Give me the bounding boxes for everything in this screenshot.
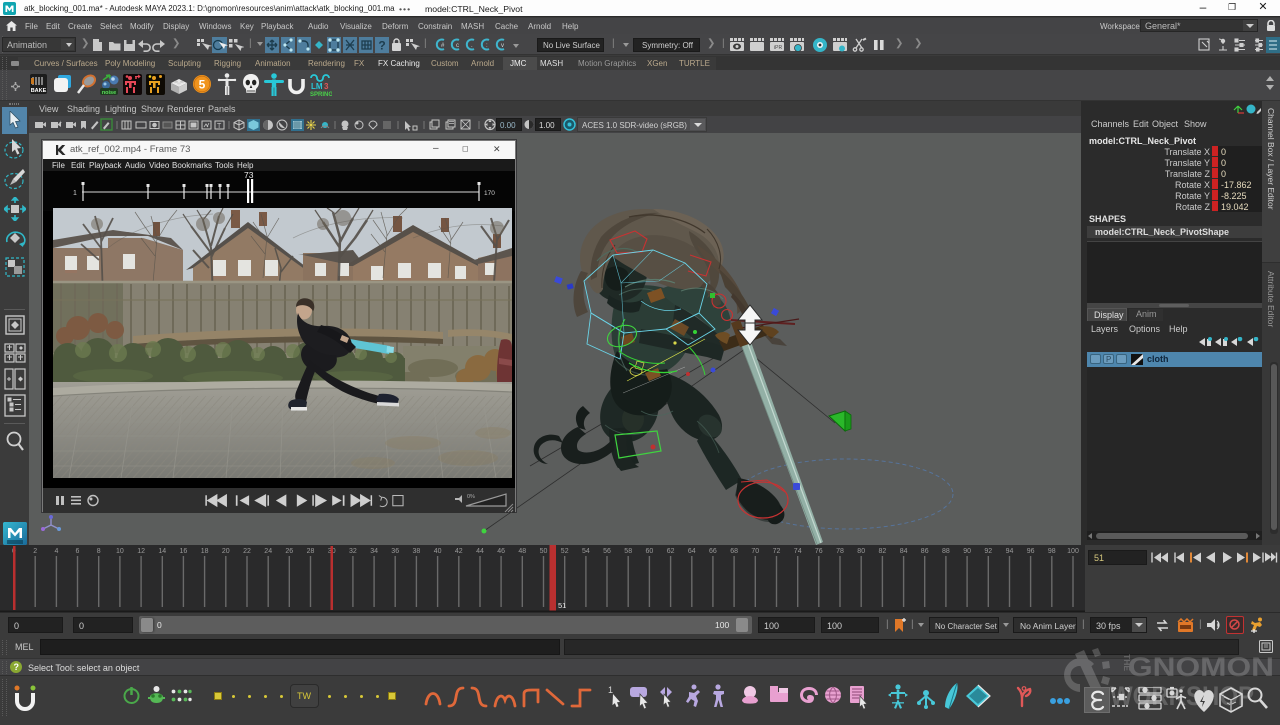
svg-text:100: 100 [1067,548,1079,555]
svg-text:12: 12 [137,548,145,555]
svg-text:c: c [456,43,459,49]
svg-text:46: 46 [497,548,505,555]
svg-text:6: 6 [76,548,80,555]
svg-text:84: 84 [900,548,908,555]
svg-text:.: . [471,43,473,49]
svg-text:60: 60 [646,548,654,555]
svg-text:3: 3 [324,82,329,91]
svg-text:70: 70 [751,548,759,555]
svg-text:24: 24 [264,548,272,555]
svg-text:42: 42 [455,548,463,555]
svg-text:51: 51 [558,601,566,610]
svg-text:16: 16 [180,548,188,555]
svg-text:92: 92 [984,548,992,555]
svg-text:SPRING: SPRING [310,92,332,97]
svg-text:50: 50 [540,548,548,555]
svg-text:20: 20 [222,548,230,555]
svg-text:68: 68 [730,548,738,555]
svg-text:56: 56 [603,548,611,555]
svg-text:1: 1 [608,685,613,695]
svg-text:34: 34 [370,548,378,555]
svg-text:58: 58 [624,548,632,555]
svg-text:T: T [217,123,222,130]
svg-text:5: 5 [199,78,206,92]
svg-text:BAKE: BAKE [31,88,47,94]
svg-text:40: 40 [434,548,442,555]
svg-text:36: 36 [391,548,399,555]
svg-text:#: # [441,43,445,49]
svg-text:10: 10 [116,548,124,555]
svg-text:48: 48 [518,548,526,555]
svg-text:18: 18 [201,548,209,555]
svg-text:+: + [59,120,62,126]
svg-text:66: 66 [709,548,717,555]
svg-text:14: 14 [158,548,166,555]
svg-text:1: 1 [73,190,77,197]
svg-text:LM: LM [311,82,323,91]
svg-text:v: v [501,43,504,49]
svg-text:4: 4 [54,548,58,555]
svg-text:96: 96 [1027,548,1035,555]
svg-text:170: 170 [484,190,495,197]
svg-text:86: 86 [921,548,929,555]
svg-text:80: 80 [857,548,865,555]
svg-text:98: 98 [1048,548,1056,555]
svg-text:88: 88 [942,548,950,555]
svg-text:76: 76 [815,548,823,555]
svg-text:78: 78 [836,548,844,555]
svg-text:8: 8 [97,548,101,555]
svg-text:38: 38 [413,548,421,555]
svg-text:iPR: iPR [774,45,782,51]
svg-text:22: 22 [243,548,251,555]
svg-text:74: 74 [794,548,802,555]
svg-text:64: 64 [688,548,696,555]
svg-text:32: 32 [349,548,357,555]
svg-text:94: 94 [1006,548,1014,555]
svg-text:82: 82 [879,548,887,555]
svg-text:?: ? [378,39,385,53]
svg-text::: : [486,43,488,49]
svg-text:2: 2 [33,548,37,555]
svg-text:44: 44 [476,548,484,555]
svg-text:62: 62 [667,548,675,555]
svg-text:28: 28 [307,548,315,555]
svg-text:0%: 0% [467,494,475,500]
svg-text:73: 73 [244,171,254,180]
svg-text:noise: noise [102,90,116,96]
svg-text:26: 26 [285,548,293,555]
svg-text:52: 52 [561,548,569,555]
svg-text:90: 90 [963,548,971,555]
svg-text:54: 54 [582,548,590,555]
svg-text:72: 72 [773,548,781,555]
